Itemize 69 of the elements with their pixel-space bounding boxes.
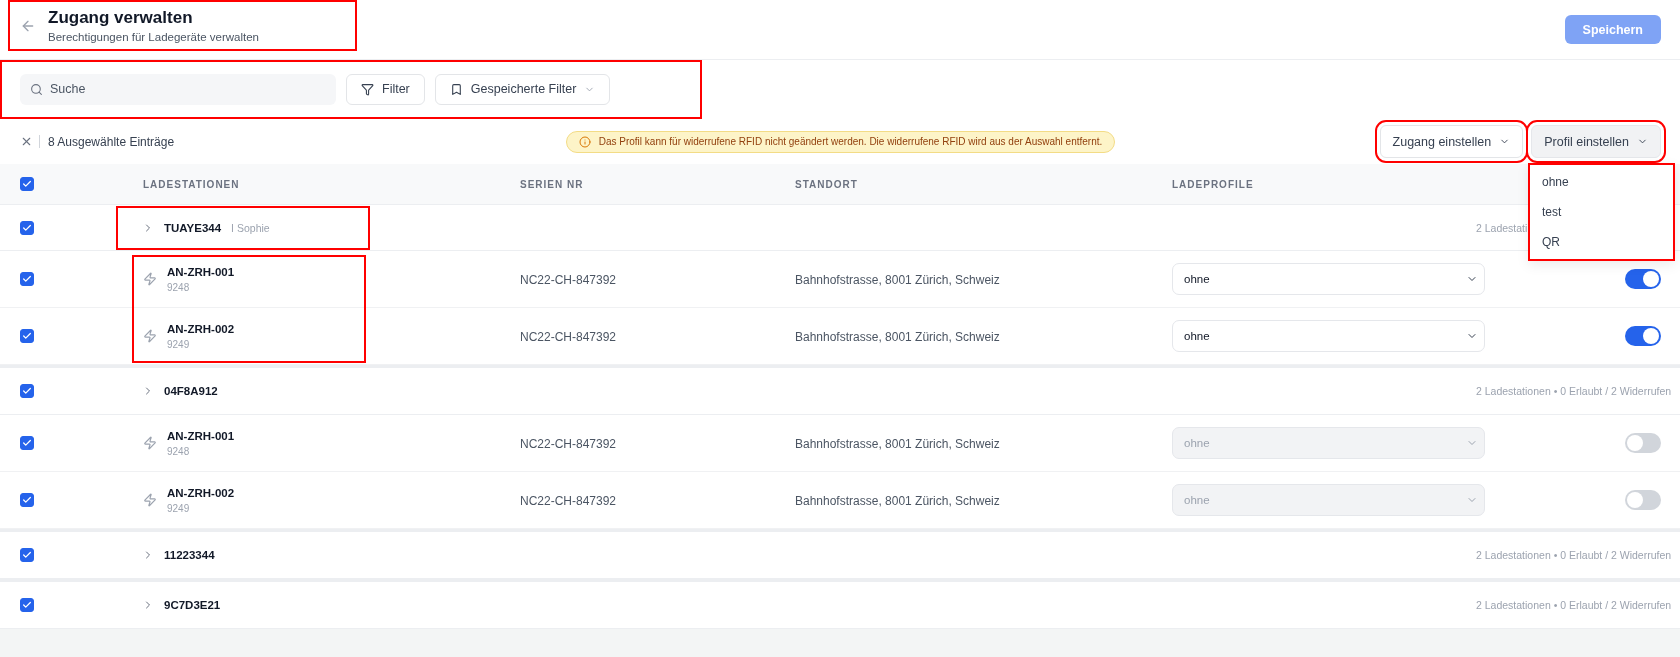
checkbox[interactable]	[20, 272, 34, 286]
clear-selection-button[interactable]	[20, 135, 40, 148]
group-name: 04F8A912	[164, 385, 218, 397]
close-icon	[20, 135, 33, 148]
station-id: 9248	[167, 445, 191, 457]
location: Bahnhofstrasse, 8001 Zürich, Schweiz	[795, 494, 1000, 508]
checkmark-icon	[22, 495, 32, 505]
column-header: LADEPROFILE	[1172, 178, 1254, 190]
group-summary: 2 Ladestationen • 0 Erlaubt / 2 Widerrufen	[1476, 599, 1673, 611]
group-name: 9C7D3E21	[164, 599, 221, 611]
serial-number: NC22-CH-847392	[520, 330, 617, 344]
checkbox[interactable]	[20, 384, 34, 398]
saved-filters-button[interactable]: Gespeicherte Filter	[434, 73, 611, 105]
warning-notice: Das Profil kann für widerrufene RFID nicht geändert werden. Die widerrufene RFID wird aus der Auswahl entfernt.	[565, 130, 1116, 153]
checkbox[interactable]	[20, 548, 34, 562]
group-owner: I Sophie	[231, 221, 270, 234]
station-id: 9248	[167, 281, 191, 293]
profile-select[interactable]: ohne	[1172, 320, 1485, 352]
serial-number: NC22-CH-847392	[520, 494, 617, 508]
checkbox[interactable]	[20, 598, 34, 612]
page-subtitle: Berechtigungen für Ladegeräte verwalten	[48, 31, 259, 43]
search-icon	[30, 82, 43, 96]
bolt-icon	[143, 493, 157, 507]
bolt-icon	[143, 329, 157, 343]
funnel-icon	[361, 82, 374, 96]
location: Bahnhofstrasse, 8001 Zürich, Schweiz	[795, 330, 1000, 344]
station-id: 9249	[167, 502, 191, 514]
group-name: 11223344	[164, 549, 215, 561]
station-name: AN-ZRH-001	[167, 429, 235, 442]
bolt-icon	[143, 436, 157, 450]
checkbox[interactable]	[20, 177, 34, 191]
checkbox[interactable]	[20, 329, 34, 343]
checkmark-icon	[22, 179, 32, 189]
location: Bahnhofstrasse, 8001 Zürich, Schweiz	[795, 273, 1000, 287]
column-header: LADESTATIONEN	[143, 178, 240, 190]
checkmark-icon	[22, 331, 32, 341]
group-summary: 2 Ladestationen • 0 Erlaubt / 2 Widerrufen	[1476, 385, 1673, 397]
station-name: AN-ZRH-002	[167, 322, 235, 335]
toggle-switch[interactable]	[1625, 326, 1661, 346]
group-summary: 2 Ladestationen • 0 Erlaubt / 2 Widerrufen	[1476, 549, 1673, 561]
menu-item[interactable]: ohne	[1528, 167, 1675, 197]
station-name: AN-ZRH-001	[167, 265, 235, 278]
checkmark-icon	[22, 222, 32, 233]
bolt-icon	[143, 272, 157, 286]
menu-item[interactable]: test	[1528, 197, 1675, 227]
checkmark-icon	[22, 550, 32, 560]
column-header: STANDORT	[795, 178, 858, 190]
search-field[interactable]: Suche	[20, 73, 336, 105]
filter-button[interactable]: Filter	[346, 73, 425, 105]
bookmark-icon	[449, 82, 463, 96]
profile-select[interactable]: ohne	[1172, 263, 1485, 295]
menu-item[interactable]: QR	[1528, 227, 1675, 257]
checkmark-icon	[22, 438, 32, 448]
group-summary: 2 Ladestati	[1476, 221, 1529, 234]
checkmark-icon	[22, 386, 32, 396]
checkbox[interactable]	[20, 220, 34, 235]
checkmark-icon	[22, 274, 32, 284]
serial-number: NC22-CH-847392	[520, 273, 617, 287]
page-title: Zugang verwalten	[48, 8, 194, 28]
column-header: SERIEN NR	[520, 178, 584, 190]
station-id: 9249	[167, 338, 191, 350]
checkmark-icon	[22, 600, 32, 610]
location: Bahnhofstrasse, 8001 Zürich, Schweiz	[795, 437, 1000, 451]
toggle-switch[interactable]	[1625, 269, 1661, 289]
serial-number: NC22-CH-847392	[520, 437, 617, 451]
info-icon	[578, 135, 591, 148]
selection-count: 8 Ausgewählte Einträge	[48, 134, 175, 149]
group-name: TUAYE344	[164, 221, 222, 234]
station-name: AN-ZRH-002	[167, 486, 235, 499]
